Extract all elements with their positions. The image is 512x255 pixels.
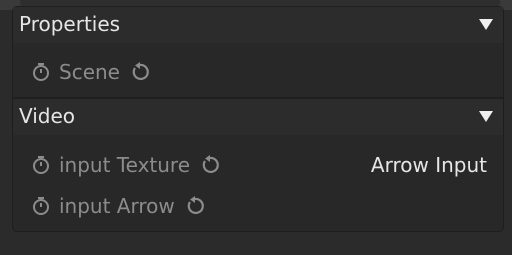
- property-value-input-texture[interactable]: Arrow Input: [371, 152, 487, 178]
- property-label-input-arrow: input Arrow: [59, 194, 175, 218]
- property-label-input-texture: input Texture: [59, 153, 191, 177]
- section-title-video: Video: [19, 104, 76, 128]
- stopwatch-icon[interactable]: [31, 155, 51, 175]
- reset-icon[interactable]: [130, 62, 150, 82]
- properties-panel: Properties Scene Video input Texture Arr…: [12, 6, 504, 232]
- stopwatch-icon[interactable]: [31, 62, 51, 82]
- property-label-scene: Scene: [59, 60, 120, 84]
- reset-icon[interactable]: [200, 155, 220, 175]
- triangle-down-icon[interactable]: [479, 19, 493, 30]
- property-row-input-texture: input Texture: [31, 152, 220, 178]
- triangle-down-icon[interactable]: [479, 111, 493, 122]
- property-row-scene: Scene: [31, 59, 150, 85]
- section-header-video[interactable]: Video: [13, 99, 503, 135]
- section-title-properties: Properties: [19, 12, 121, 36]
- stopwatch-icon[interactable]: [31, 196, 51, 216]
- section-header-properties[interactable]: Properties: [13, 7, 503, 43]
- property-row-input-arrow: input Arrow: [31, 193, 205, 219]
- reset-icon[interactable]: [185, 196, 205, 216]
